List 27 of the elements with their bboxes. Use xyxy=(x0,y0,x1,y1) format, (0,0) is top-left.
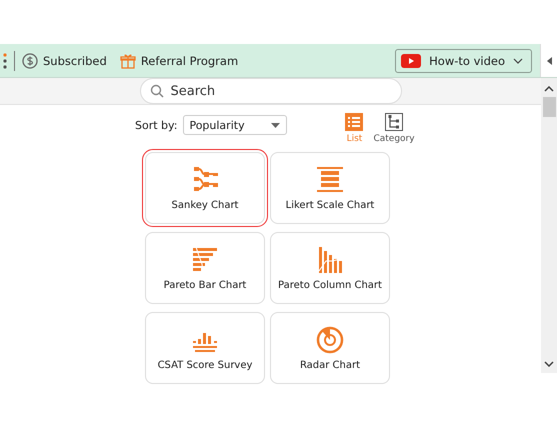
chart-type-card[interactable]: Sankey Chart xyxy=(145,152,265,224)
chevron-down-icon xyxy=(513,58,523,64)
subscribed-label[interactable]: Subscribed xyxy=(43,54,107,68)
stacked-bars-icon xyxy=(315,165,345,195)
chart-type-card[interactable]: CSAT Score Survey xyxy=(145,312,265,384)
gift-icon xyxy=(120,52,136,68)
tree-icon xyxy=(385,113,404,131)
radar-icon xyxy=(315,325,345,355)
search-field[interactable]: Search xyxy=(140,78,402,104)
list-icon xyxy=(345,113,364,131)
more-icon[interactable] xyxy=(3,52,7,68)
chart-type-card[interactable]: Pareto Column Chart xyxy=(270,232,390,304)
how-to-video-button[interactable]: How-to video xyxy=(395,48,532,72)
play-logo-icon xyxy=(401,54,422,68)
collapse-arrow-icon[interactable] xyxy=(546,56,552,64)
chart-type-card[interactable]: Radar Chart xyxy=(270,312,390,384)
scroll-thumb[interactable] xyxy=(542,97,556,117)
category-view-tab[interactable]: Category xyxy=(373,113,415,144)
dropdown-arrow-icon xyxy=(271,122,280,128)
chart-type-card[interactable]: Pareto Bar Chart xyxy=(145,232,265,304)
chart-type-card[interactable]: Likert Scale Chart xyxy=(270,152,390,224)
sort-by-label: Sort by: xyxy=(135,119,178,132)
dollar-coin-icon xyxy=(22,52,38,68)
sort-dropdown[interactable]: Popularity xyxy=(183,115,288,135)
scroll-down-icon[interactable] xyxy=(544,361,554,367)
scroll-up-icon[interactable] xyxy=(544,86,554,92)
referral-program-link[interactable]: Referral Program xyxy=(140,54,238,68)
